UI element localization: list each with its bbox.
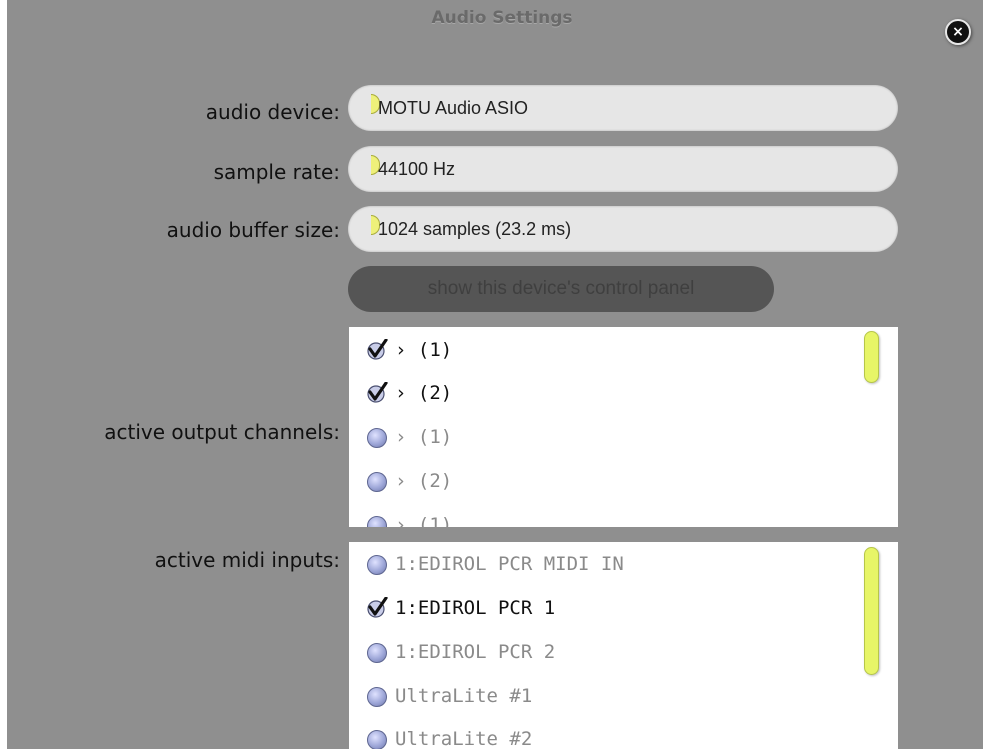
audio-settings-dialog: Audio Settings × audio device: MOTU Audi… (7, 0, 983, 749)
output-channels-label: active output channels: (104, 420, 340, 444)
output-channel-item[interactable]: › (1) (367, 422, 452, 452)
sample-rate-value: 44100 Hz (378, 159, 456, 179)
radio-icon (367, 427, 387, 448)
midi-input-item[interactable]: 1:EDIROL PCR 2 (367, 637, 555, 667)
audio-device-value: MOTU Audio ASIO (378, 98, 529, 118)
radio-icon (367, 515, 387, 527)
close-button[interactable]: × (945, 19, 971, 45)
radio-icon (367, 686, 387, 707)
midi-inputs-list[interactable]: 1:EDIROL PCR MIDI IN 1:EDIROL PCR 1 1:ED… (349, 542, 898, 749)
output-channel-item[interactable]: › (2) (367, 378, 452, 408)
midi-inputs-label: active midi inputs: (154, 548, 340, 572)
midi-inputs-scrollbar[interactable] (864, 547, 879, 675)
audio-device-label: audio device: (205, 100, 340, 124)
midi-input-item[interactable]: UltraLite #1 (367, 681, 532, 711)
audio-device-dropdown[interactable]: MOTU Audio ASIO (348, 85, 898, 131)
checkmark-icon (367, 381, 388, 404)
midi-input-item[interactable]: 1:EDIROL PCR MIDI IN (367, 549, 624, 579)
output-channels-scrollbar[interactable] (864, 331, 879, 383)
radio-icon (367, 554, 387, 575)
midi-input-item[interactable]: 1:EDIROL PCR 1 (367, 593, 555, 623)
checkmark-icon (367, 338, 388, 361)
radio-icon (367, 642, 387, 663)
sample-rate-dropdown[interactable]: 44100 Hz (348, 146, 898, 192)
close-icon: × (952, 24, 964, 40)
checkmark-icon (367, 596, 388, 619)
buffer-size-label: audio buffer size: (166, 218, 340, 242)
radio-icon (367, 729, 387, 749)
dialog-title: Audio Settings (431, 8, 573, 28)
buffer-size-value: 1024 samples (23.2 ms) (378, 219, 572, 239)
radio-icon (367, 471, 387, 492)
output-channel-item[interactable]: › (1) (367, 510, 452, 527)
output-channels-list[interactable]: › (1) › (2) › (1) › (2) › (1) (349, 327, 898, 527)
show-control-panel-button[interactable]: show this device's control panel (348, 266, 774, 312)
buffer-size-dropdown[interactable]: 1024 samples (23.2 ms) (348, 206, 898, 252)
output-channel-item[interactable]: › (2) (367, 466, 452, 496)
sample-rate-label: sample rate: (213, 160, 340, 184)
midi-input-item[interactable]: UltraLite #2 (367, 724, 532, 749)
output-channel-item[interactable]: › (1) (367, 335, 452, 365)
